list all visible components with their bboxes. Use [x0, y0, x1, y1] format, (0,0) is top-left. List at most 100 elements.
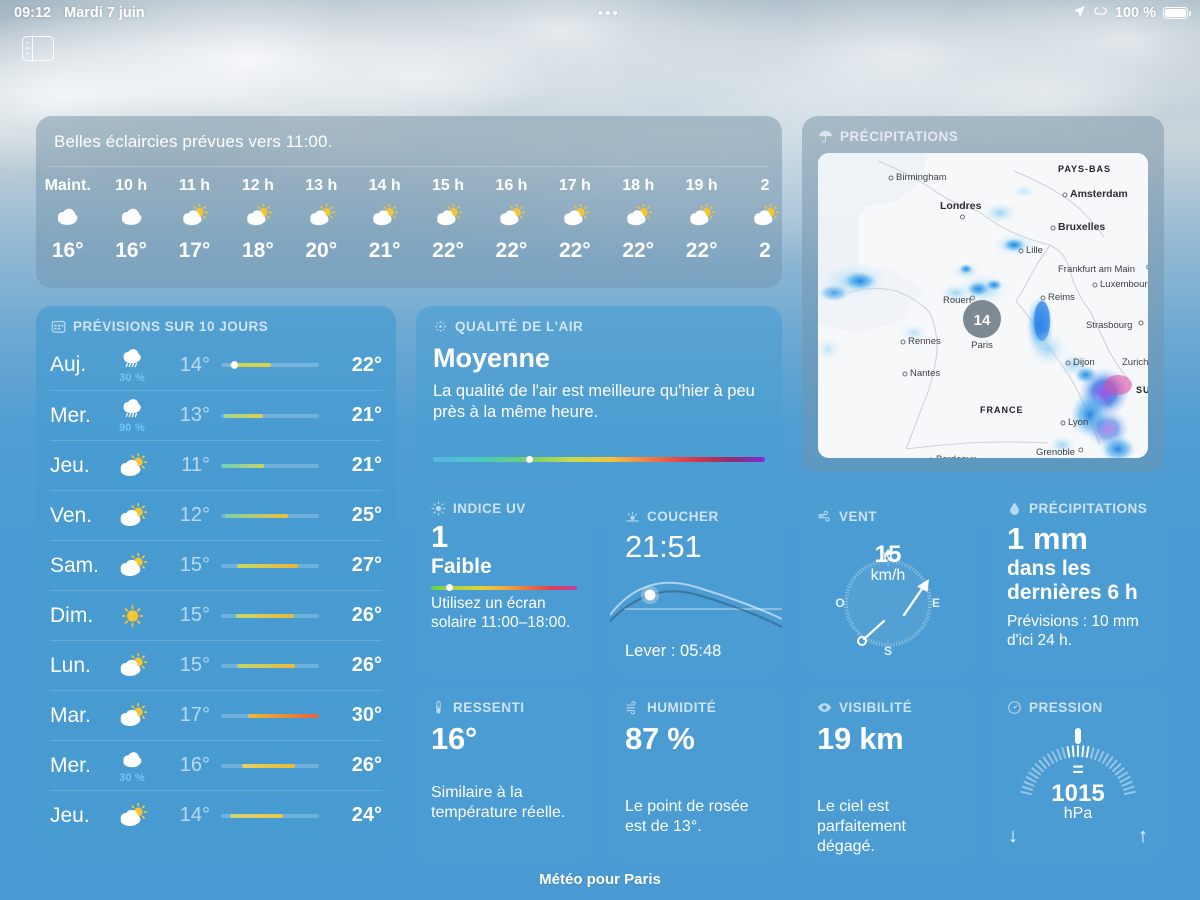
- day-low-temperature: 16°: [179, 754, 210, 776]
- forecast-day-row[interactable]: Auj. 30 % 14° 22°: [50, 340, 382, 390]
- forecast-day-row[interactable]: Mer. 30 % 16° 26°: [50, 740, 382, 790]
- precipitation-card[interactable]: PRÉCIPITATIONS 1 mm dans les dernières 6…: [992, 489, 1164, 675]
- hourly-temperature: 18°: [241, 239, 274, 262]
- hourly-item[interactable]: 12 h 18°: [226, 177, 289, 263]
- day-name: Sam.: [50, 553, 100, 577]
- sync-icon: [1093, 5, 1108, 22]
- day-low-temperature: 15°: [179, 604, 210, 626]
- day-high-temperature: 26°: [351, 654, 382, 676]
- feels-like-card[interactable]: RESSENTI 16° Similaire à la température …: [416, 688, 592, 860]
- weather-cloud-sun-icon: [622, 201, 655, 231]
- precipitation-header: PRÉCIPITATIONS: [992, 489, 1164, 516]
- wind-card[interactable]: VENT N S O E 15 km/h: [802, 497, 974, 675]
- weather-cloud-sun-icon: [106, 452, 158, 480]
- hourly-item[interactable]: Maint. 16°: [36, 177, 99, 263]
- day-high-temperature: 25°: [351, 504, 382, 526]
- precipitation-title: PRÉCIPITATIONS: [1029, 501, 1148, 516]
- visibility-header: VISIBILITÉ: [802, 688, 974, 715]
- air-quality-card[interactable]: QUALITÉ DE L'AIR Moyenne La qualité de l…: [416, 306, 782, 478]
- map-city-name: Bordeaux: [936, 454, 977, 458]
- hourly-scroll-row[interactable]: Maint. 16° 10 h 16° 11 h 17° 12 h 18° 13…: [36, 167, 782, 263]
- wind-title: VENT: [839, 509, 878, 524]
- uv-header: INDICE UV: [416, 489, 592, 516]
- sidebar-toggle-button[interactable]: [22, 35, 54, 62]
- temperature-range-bar: [221, 613, 319, 618]
- weather-cloud-rain-icon: 90 %: [106, 397, 158, 434]
- sunset-arc-graphic: [610, 581, 782, 628]
- eye-icon: [817, 700, 832, 715]
- map-city-name: SUISSE: [1136, 385, 1148, 395]
- forecast-day-row[interactable]: Mer. 90 % 13° 21°: [50, 390, 382, 440]
- forecast-day-row[interactable]: Lun. 15° 26°: [50, 640, 382, 690]
- map-city-label: SUISSE: [1136, 385, 1148, 395]
- visibility-value: 19 km: [817, 721, 904, 756]
- map-viewport[interactable]: Birmingham Londres PAYS-BAS Amsterdam Bruxel…: [818, 153, 1148, 458]
- hourly-item[interactable]: 10 h 16°: [99, 177, 162, 263]
- hourly-item[interactable]: 2 2: [733, 177, 782, 263]
- temperature-range-fill: [248, 713, 319, 718]
- hourly-item[interactable]: 13 h 20°: [290, 177, 353, 263]
- visibility-card[interactable]: VISIBILITÉ 19 km Le ciel est parfaitemen…: [802, 688, 974, 860]
- map-city-name: Nantes: [910, 368, 940, 379]
- forecast-day-row[interactable]: Ven. 12° 25°: [50, 490, 382, 540]
- hourly-item[interactable]: 15 h 22°: [416, 177, 479, 263]
- weather-cloud-sun-icon: [106, 702, 158, 730]
- pressure-card[interactable]: PRESSION = 1015 hPa ↓ ↑: [992, 688, 1164, 860]
- sunset-title: COUCHER: [647, 509, 719, 524]
- hourly-item[interactable]: 11 h 17°: [163, 177, 226, 263]
- ten-day-header: PRÉVISIONS SUR 10 JOURS: [36, 306, 396, 334]
- forecast-day-row[interactable]: Jeu. 14° 24°: [50, 790, 382, 840]
- map-city-name: Lyon: [1068, 417, 1088, 428]
- hourly-time: 12 h: [241, 177, 274, 194]
- status-date: Mardi 7 juin: [64, 5, 145, 21]
- hourly-temperature: 22°: [495, 239, 528, 262]
- forecast-day-row[interactable]: Jeu. 11° 21°: [50, 440, 382, 490]
- map-city-label: Amsterdam: [1062, 188, 1128, 200]
- hourly-item[interactable]: 16 h 22°: [480, 177, 543, 263]
- sunset-card[interactable]: COUCHER 21:51 Lever : 05:48: [610, 497, 782, 675]
- humidity-card[interactable]: HUMIDITÉ 87 % Le point de rosée est de 1…: [610, 688, 782, 860]
- hourly-temperature: 16°: [51, 239, 84, 262]
- hourly-item[interactable]: 19 h 22°: [670, 177, 733, 263]
- map-graphic[interactable]: Birmingham Londres PAYS-BAS Amsterdam Bruxel…: [818, 153, 1148, 458]
- precipitation-probability: 90 %: [119, 422, 145, 434]
- hourly-temperature: 20°: [305, 239, 338, 262]
- precipitation-map-card[interactable]: PRÉCIPITATIONS Birmingham Londres PAYS-B…: [802, 116, 1164, 472]
- air-quality-level: Moyenne: [433, 343, 551, 373]
- weather-cloud-icon: 30 %: [106, 747, 158, 784]
- forecast-day-row[interactable]: Sam. 15° 27°: [50, 540, 382, 590]
- sunset-header: COUCHER: [610, 497, 782, 524]
- day-high-temperature: 27°: [351, 554, 382, 576]
- hourly-item[interactable]: 17 h 22°: [543, 177, 606, 263]
- sunrise-label: Lever : 05:48: [625, 642, 722, 660]
- map-city-name: Zurich: [1122, 357, 1148, 368]
- day-low-temperature: 13°: [179, 404, 210, 426]
- ten-day-forecast-card[interactable]: PRÉVISIONS SUR 10 JOURS Auj. 30 % 14° 22° M…: [36, 306, 396, 859]
- forecast-day-row[interactable]: Mar. 17° 30°: [50, 690, 382, 740]
- day-name: Jeu.: [50, 453, 90, 477]
- map-city-name: PAYS-BAS: [1058, 164, 1111, 174]
- temperature-range-fill: [235, 613, 295, 618]
- weather-cloud-sun-icon: [106, 652, 158, 680]
- weather-cloud-sun-icon: [106, 802, 158, 830]
- hourly-time: 17 h: [558, 177, 591, 194]
- hourly-item[interactable]: 14 h 21°: [353, 177, 416, 263]
- forecast-day-row[interactable]: Dim. 15° 26°: [50, 590, 382, 640]
- wind-unit: km/h: [870, 567, 906, 584]
- humidity-icon: [625, 700, 640, 715]
- temperature-range-bar: [221, 563, 319, 568]
- weather-cloud-sun-icon: [495, 201, 528, 231]
- day-low-temperature: 15°: [179, 654, 210, 676]
- map-city-label: Bordeaux: [929, 454, 977, 458]
- day-low-temperature: 11°: [181, 454, 210, 476]
- hourly-temperature: 21°: [368, 239, 401, 262]
- uv-index-card[interactable]: INDICE UV 1 Faible Utilisez un écran sol…: [416, 489, 592, 675]
- day-high-temperature: 24°: [351, 804, 382, 826]
- precipitation-line3: dernières 6 h: [1007, 580, 1138, 604]
- hourly-forecast-card[interactable]: Belles éclaircies prévues vers 11:00. Ma…: [36, 116, 782, 288]
- hourly-item[interactable]: 18 h 22°: [607, 177, 670, 263]
- map-city-name: Rennes: [908, 336, 941, 347]
- hourly-time: 10 h: [115, 177, 148, 194]
- map-city-name: Rouen: [943, 295, 971, 306]
- precipitation-probability: 30 %: [119, 772, 145, 784]
